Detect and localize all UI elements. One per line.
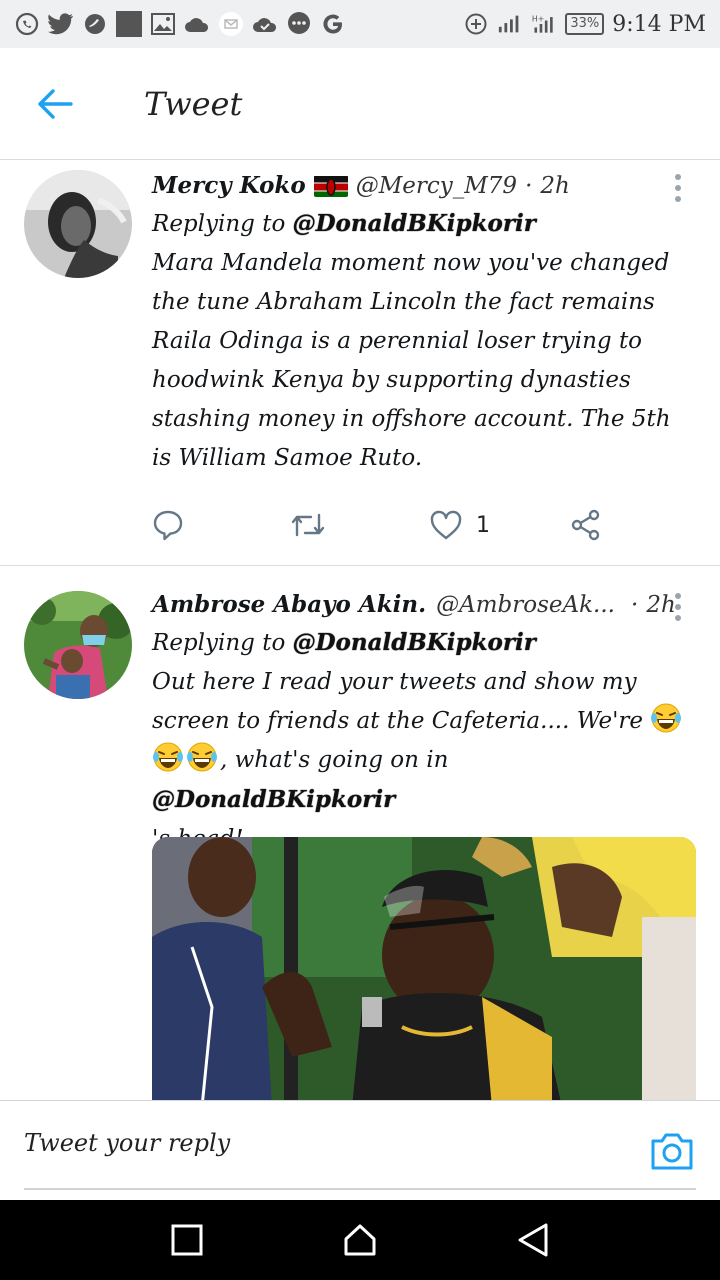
author-handle[interactable]: @Mercy_M79	[356, 170, 517, 202]
more-options-button[interactable]	[666, 174, 690, 202]
like-button[interactable]: 1	[430, 510, 570, 540]
data-saver-icon	[463, 11, 489, 37]
svg-text:H+: H+	[532, 14, 544, 23]
signal-h-plus-icon: H+	[531, 11, 557, 37]
cloud-check-icon	[252, 11, 278, 37]
back-nav-button[interactable]	[508, 1215, 558, 1265]
recents-button[interactable]	[162, 1215, 212, 1265]
status-bar: H+ 33% 9:14 PM	[0, 0, 720, 48]
avatar[interactable]	[24, 591, 132, 699]
share-icon	[571, 509, 600, 541]
mention-link[interactable]: @DonaldBKipkorir	[293, 210, 536, 237]
separator: ·	[525, 173, 533, 199]
author-name[interactable]: Ambrose Abayo Akin.	[152, 589, 426, 621]
tweet-header: Ambrose Abayo Akin. @AmbroseAk... · 2h	[152, 589, 690, 621]
reply-button[interactable]	[152, 509, 290, 541]
chat-icon	[286, 11, 312, 37]
author-handle[interactable]: @AmbroseAk...	[436, 589, 615, 621]
mention-link[interactable]: @DonaldBKipkorir	[152, 786, 395, 813]
replying-to: Replying to @DonaldBKipkorir	[152, 204, 690, 244]
mail-icon	[218, 11, 244, 37]
replying-label: Replying to	[152, 630, 286, 656]
system-nav-bar	[0, 1200, 720, 1280]
app-square-icon	[116, 11, 142, 37]
reply-icon	[153, 510, 183, 541]
tweet-photo[interactable]	[152, 837, 696, 1100]
tweet-text: Out here I read your tweets and show my …	[152, 663, 690, 859]
replying-label: Replying to	[152, 211, 286, 237]
tweet-text: Mara Mandela moment now you've changed t…	[152, 250, 671, 471]
tweet[interactable]: Mercy Koko @Mercy_M79 · 2h Replying to @…	[0, 160, 720, 566]
battery-indicator: 33%	[565, 13, 605, 35]
tweet-text-part: Out here I read your tweets and show my …	[152, 669, 644, 734]
cloud-icon	[184, 11, 210, 37]
tears-of-joy-emoji	[187, 742, 217, 772]
twitter-icon	[48, 11, 74, 37]
avatar[interactable]	[24, 170, 132, 278]
home-icon	[344, 1224, 376, 1256]
clock: 9:14 PM	[612, 11, 706, 37]
signal-icon	[497, 11, 523, 37]
triangle-back-icon	[518, 1223, 548, 1257]
tears-of-joy-emoji	[153, 742, 183, 772]
app-header: Tweet	[0, 48, 720, 160]
replying-to: Replying to @DonaldBKipkorir	[152, 623, 690, 663]
camera-icon	[651, 1133, 693, 1170]
retweet-icon	[291, 513, 325, 537]
square-icon	[171, 1224, 203, 1256]
tweet-actions: 1	[152, 502, 622, 548]
more-vertical-icon	[675, 593, 681, 599]
home-button[interactable]	[335, 1215, 385, 1265]
tweet-text-part: , what's going on in	[220, 747, 449, 773]
like-count: 1	[476, 512, 490, 538]
divider	[24, 1188, 696, 1190]
hummingbird-icon	[82, 11, 108, 37]
author-name[interactable]: Mercy Koko	[152, 170, 306, 202]
more-vertical-icon	[675, 174, 681, 180]
image-icon	[150, 11, 176, 37]
tweet[interactable]: Ambrose Abayo Akin. @AmbroseAk... · 2h R…	[0, 567, 720, 1100]
whatsapp-icon	[14, 11, 40, 37]
tears-of-joy-emoji	[651, 703, 682, 733]
more-options-button[interactable]	[666, 593, 690, 621]
tweet-content: Mercy Koko @Mercy_M79 · 2h Replying to @…	[152, 170, 690, 478]
heart-icon	[430, 510, 462, 540]
kenya-flag-emoji	[313, 175, 348, 197]
retweet-button[interactable]	[290, 510, 430, 540]
mention-link[interactable]: @DonaldBKipkorir	[293, 629, 536, 656]
tweet-header: Mercy Koko @Mercy_M79 · 2h	[152, 170, 690, 202]
tweet-content: Ambrose Abayo Akin. @AmbroseAk... · 2h R…	[152, 589, 690, 859]
arrow-left-icon	[38, 88, 73, 119]
google-icon	[320, 11, 346, 37]
separator: ·	[631, 592, 639, 618]
back-button[interactable]	[0, 48, 110, 160]
reply-input[interactable]: Tweet your reply	[24, 1129, 230, 1157]
timestamp: 2h	[540, 173, 570, 199]
page-title: Tweet	[144, 84, 243, 123]
camera-button[interactable]	[650, 1131, 694, 1171]
share-button[interactable]	[570, 509, 602, 541]
reply-bar: Tweet your reply	[0, 1100, 720, 1200]
